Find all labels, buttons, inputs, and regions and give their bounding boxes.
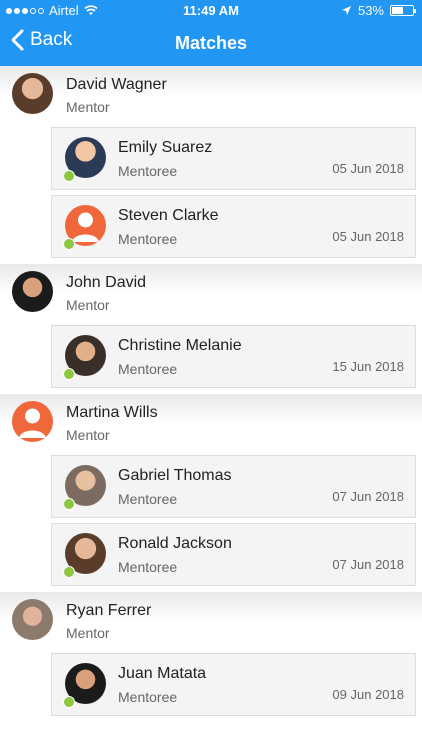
mentee-role: Mentoree bbox=[118, 491, 178, 507]
match-date: 05 Jun 2018 bbox=[332, 229, 404, 244]
user-placeholder-icon bbox=[12, 401, 53, 442]
online-status-dot bbox=[63, 498, 75, 510]
mentor-name: John David bbox=[66, 274, 147, 291]
mentee-card[interactable]: Christine Melanie Mentoree 15 Jun 2018 bbox=[51, 325, 416, 388]
mentee-role: Mentoree bbox=[118, 559, 178, 575]
status-bar: Airtel 11:49 AM 53% bbox=[0, 0, 422, 22]
mentor-row[interactable]: David Wagner Mentor bbox=[0, 66, 422, 127]
mentee-role: Mentoree bbox=[118, 689, 178, 705]
online-status-dot bbox=[63, 368, 75, 380]
mentor-avatar bbox=[12, 73, 53, 114]
battery-fill bbox=[392, 7, 403, 14]
mentor-role: Mentor bbox=[66, 297, 110, 313]
battery-percent: 53% bbox=[357, 3, 384, 18]
mentor-row[interactable]: John David Mentor bbox=[0, 264, 422, 325]
mentor-role: Mentor bbox=[66, 625, 110, 641]
match-date: 07 Jun 2018 bbox=[332, 489, 404, 504]
mentee-card[interactable]: Juan Matata Mentoree 09 Jun 2018 bbox=[51, 653, 416, 716]
mentee-card[interactable]: Gabriel Thomas Mentoree 07 Jun 2018 bbox=[51, 455, 416, 518]
mentee-name: Emily Suarez bbox=[118, 139, 213, 156]
page-title: Matches bbox=[174, 33, 248, 53]
matches-list[interactable]: David Wagner Mentor Emily Suarez Mentore… bbox=[0, 66, 422, 750]
mentee-name: Ronald Jackson bbox=[118, 535, 232, 552]
mentor-role: Mentor bbox=[66, 427, 110, 443]
match-date: 07 Jun 2018 bbox=[332, 557, 404, 572]
mentee-role: Mentoree bbox=[118, 163, 178, 179]
mentor-name: Martina Wills bbox=[66, 404, 158, 421]
mentee-name: Steven Clarke bbox=[118, 207, 219, 224]
mentee-name: Christine Melanie bbox=[118, 337, 242, 354]
app-header: Airtel 11:49 AM 53% Back Matches bbox=[0, 0, 422, 66]
status-right: 53% bbox=[341, 3, 416, 18]
match-date: 09 Jun 2018 bbox=[332, 687, 404, 702]
nav-bar: Back Matches bbox=[0, 22, 422, 66]
mentee-name: Gabriel Thomas bbox=[118, 467, 232, 484]
online-status-dot bbox=[63, 238, 75, 250]
mentee-card[interactable]: Ronald Jackson Mentoree 07 Jun 2018 bbox=[51, 523, 416, 586]
battery-icon bbox=[390, 5, 416, 16]
online-status-dot bbox=[63, 566, 75, 578]
mentee-role: Mentoree bbox=[118, 231, 178, 247]
mentor-avatar bbox=[12, 599, 53, 640]
location-arrow-icon bbox=[341, 6, 351, 15]
mentor-name: Ryan Ferrer bbox=[66, 602, 152, 619]
mentee-card[interactable]: Steven Clarke Mentoree 05 Jun 2018 bbox=[51, 195, 416, 258]
mentor-role: Mentor bbox=[66, 99, 110, 115]
online-status-dot bbox=[63, 696, 75, 708]
mentor-name: David Wagner bbox=[66, 76, 167, 93]
match-date: 05 Jun 2018 bbox=[332, 161, 404, 176]
mentor-row[interactable]: Martina Wills Mentor bbox=[0, 394, 422, 455]
mentor-avatar bbox=[12, 271, 53, 312]
mentee-role: Mentoree bbox=[118, 361, 178, 377]
mentor-row[interactable]: Ryan Ferrer Mentor bbox=[0, 592, 422, 653]
mentee-name: Juan Matata bbox=[118, 665, 207, 682]
match-date: 15 Jun 2018 bbox=[332, 359, 404, 374]
mentee-card[interactable]: Emily Suarez Mentoree 05 Jun 2018 bbox=[51, 127, 416, 190]
online-status-dot bbox=[63, 170, 75, 182]
